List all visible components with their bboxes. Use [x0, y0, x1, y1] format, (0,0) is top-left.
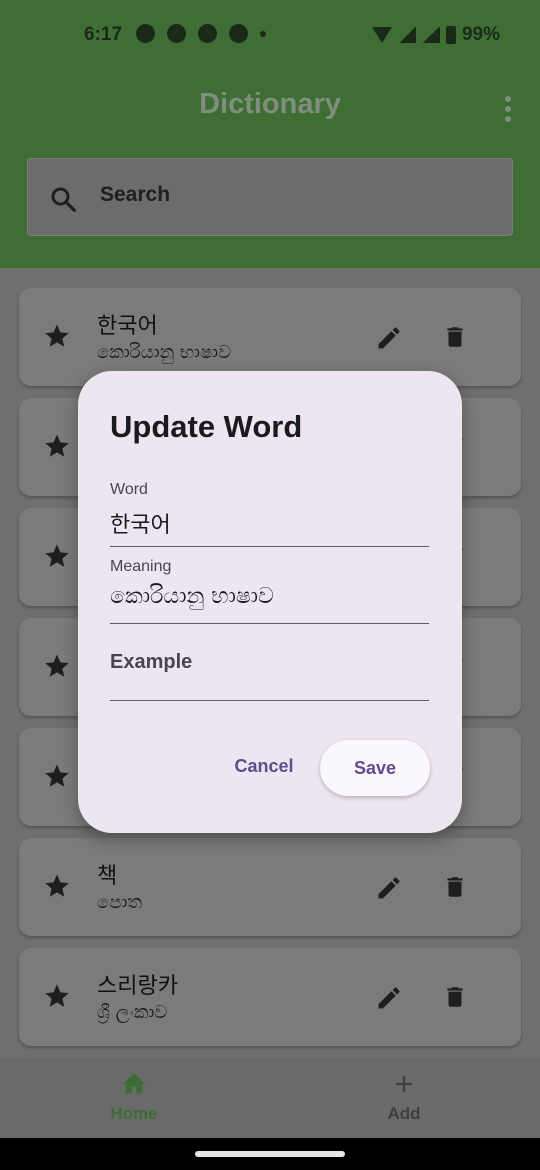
home-icon	[122, 1073, 146, 1094]
star-icon[interactable]	[43, 982, 71, 1010]
star-icon[interactable]	[43, 542, 71, 570]
word-field-value: 한국어	[110, 513, 171, 538]
bottom-nav: Home Add	[0, 1058, 540, 1138]
update-word-dialog: Update Word Word 한국어 Meaning කොරියානු භා…	[78, 371, 462, 833]
edit-icon[interactable]	[375, 984, 403, 1012]
edit-icon[interactable]	[375, 874, 403, 902]
nav-home[interactable]: Home	[64, 1058, 204, 1138]
edit-icon[interactable]	[375, 324, 403, 352]
battery-percent: 99%	[461, 24, 500, 45]
app-bar: Dictionary Search	[0, 70, 540, 268]
entry-word: 한국어	[97, 314, 158, 339]
status-time: 6:17	[84, 24, 123, 45]
meaning-field-value: කොරියානු භාෂාව	[110, 584, 274, 609]
example-field[interactable]: Example	[110, 629, 429, 701]
star-icon[interactable]	[43, 872, 71, 900]
signal-icon	[397, 27, 416, 43]
meaning-field-label: Meaning	[110, 558, 172, 575]
system-icons: 99%	[371, 24, 500, 46]
telegram-icon	[198, 24, 217, 43]
entry-meaning: කොරියානු භාෂාව	[97, 342, 232, 363]
battery-icon	[445, 26, 456, 44]
entry-word: 책	[97, 864, 118, 889]
list-item[interactable]: 스리랑카 ශ්‍රී ලංකාව	[19, 948, 521, 1046]
whatsapp-icon	[136, 24, 155, 43]
save-button[interactable]: Save	[320, 740, 430, 796]
facebook-icon	[167, 24, 186, 43]
star-icon[interactable]	[43, 322, 71, 350]
word-field-label: Word	[110, 481, 148, 498]
dot-icon	[260, 30, 266, 37]
example-field-placeholder: Example	[110, 651, 193, 673]
search-placeholder: Search	[100, 183, 171, 206]
nav-home-label: Home	[110, 1104, 158, 1123]
more-vert-icon[interactable]	[504, 96, 512, 122]
search-input[interactable]: Search	[27, 158, 513, 236]
word-field[interactable]: Word 한국어	[110, 475, 429, 547]
search-icon	[51, 187, 76, 212]
entry-meaning: පොත	[97, 892, 142, 913]
star-icon[interactable]	[43, 652, 71, 680]
delete-icon[interactable]	[442, 872, 468, 902]
status-bar: 6:17 99%	[0, 0, 540, 70]
nav-add-label: Add	[387, 1104, 421, 1123]
wifi-icon	[371, 27, 392, 43]
signal-icon	[421, 27, 440, 43]
list-item[interactable]: 책 පොත	[19, 838, 521, 936]
cancel-button[interactable]: Cancel	[222, 744, 306, 788]
entry-word: 스리랑카	[97, 974, 178, 999]
delete-icon[interactable]	[442, 322, 468, 352]
dialog-title: Update Word	[110, 409, 303, 444]
gesture-bar	[0, 1138, 540, 1170]
star-icon[interactable]	[43, 432, 71, 460]
meaning-field[interactable]: Meaning කොරියානු භාෂාව	[110, 552, 429, 624]
add-icon	[395, 1075, 413, 1093]
home-gesture-handle[interactable]	[195, 1151, 345, 1157]
entry-meaning: ශ්‍රී ලංකාව	[97, 1002, 168, 1023]
star-icon[interactable]	[43, 762, 71, 790]
delete-icon[interactable]	[442, 982, 468, 1012]
app-title: Dictionary	[199, 88, 341, 120]
notification-icons	[136, 24, 266, 43]
nav-add[interactable]: Add	[334, 1058, 474, 1138]
sync-icon	[229, 24, 248, 43]
